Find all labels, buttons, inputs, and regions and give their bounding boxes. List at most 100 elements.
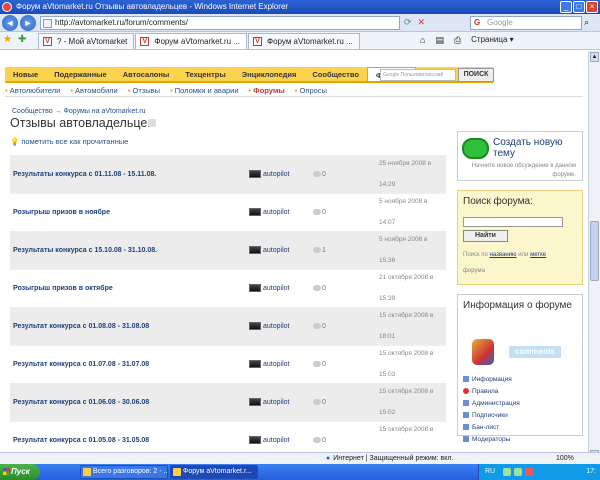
browser-tab-1[interactable]: V Форум aVtomarket.ru ... [135, 33, 248, 49]
sub-nav-item-0[interactable]: Автолюбители [5, 85, 61, 96]
refresh-icon[interactable]: ⟳ [404, 17, 412, 28]
tab-favicon-icon: V [253, 37, 263, 46]
site-nav-item-5[interactable]: Сообщество [304, 67, 367, 81]
browser-search-placeholder: Google [487, 18, 513, 27]
system-tray: RU 17: [478, 464, 600, 480]
browser-search-input[interactable]: G Google [470, 16, 582, 30]
reply-count-value: 0 [322, 399, 326, 406]
sub-nav-item-4[interactable]: Форумы [249, 85, 285, 96]
site-nav-item-1[interactable]: Подержанные [46, 67, 115, 81]
topic-author-link[interactable]: autopilot [263, 399, 289, 406]
url-input[interactable]: http://avtomarket.ru/forum/comments/ [40, 16, 400, 30]
forum-search-input[interactable] [463, 217, 563, 227]
site-nav-item-0[interactable]: Новые [5, 67, 46, 81]
reply-bubble-icon [313, 399, 321, 406]
sub-nav-item-1[interactable]: Автомобили [70, 85, 118, 96]
topic-time: 15:02 [379, 409, 396, 416]
security-zone[interactable]: Интернет | Защищенный режим: вкл. [326, 453, 453, 464]
favorites-star-icon[interactable]: ★ [3, 34, 12, 45]
topic-author-link[interactable]: autopilot [263, 247, 289, 254]
reply-count: 0 [313, 437, 326, 444]
topic-author-link[interactable]: autopilot [263, 437, 289, 444]
site-nav-item-2[interactable]: Автосалоны [115, 67, 178, 81]
new-topic-link[interactable]: Создать новую тему [493, 137, 581, 159]
forum-info-link-5[interactable]: Модераторы [463, 434, 520, 446]
new-topic-box[interactable]: Создать новую тему Начните новое обсужде… [457, 131, 583, 181]
topic-title-link[interactable]: Результат конкурса с 01.08.08 - 31.08.08 [13, 323, 149, 330]
print-icon[interactable]: ⎙ [454, 35, 461, 46]
language-indicator[interactable]: RU [485, 464, 495, 480]
zoom-level[interactable]: 100% [556, 453, 574, 464]
topic-author-link[interactable]: autopilot [263, 209, 289, 216]
scrollbar-thumb[interactable] [590, 221, 599, 281]
forum-search-help: Поиск по названию или метке форума [463, 247, 581, 279]
stop-icon[interactable]: ✕ [418, 17, 426, 28]
topic-title-link[interactable]: Результат конкурса с 01.05.08 - 31.05.08 [13, 437, 149, 444]
reply-count-value: 0 [322, 361, 326, 368]
topic-title-link[interactable]: Результат конкурса с 01.07.08 - 31.07.08 [13, 361, 149, 368]
feeds-icon[interactable]: ▤ [435, 35, 444, 46]
taskbar-item-0[interactable]: Всего разговоров: 2 - ... [80, 465, 168, 479]
forum-info-link-1[interactable]: Правила [463, 386, 520, 398]
google-icon: G [474, 18, 481, 27]
browser-tabs: V ? - Мой aVtomarket V Форум aVtomarket.ru … [38, 33, 361, 49]
close-window-button[interactable]: × [586, 1, 598, 13]
start-button[interactable]: Пуск [0, 464, 40, 480]
topic-row: Результат конкурса с 01.06.08 - 30.06.08… [10, 383, 446, 421]
forum-info-link-4[interactable]: Бан-лист [463, 422, 520, 434]
sub-nav-item-2[interactable]: Отзывы [128, 85, 160, 96]
search-by-tag-link[interactable]: метке [530, 252, 546, 258]
site-nav-item-3[interactable]: Техцентры [177, 67, 233, 81]
reply-bubble-icon [313, 247, 321, 254]
forum-info-link-0[interactable]: Информация [463, 374, 520, 386]
reply-count: 0 [313, 171, 326, 178]
back-button[interactable]: ◄ [2, 15, 18, 31]
search-help-prefix: Поиск по [463, 252, 488, 258]
breadcrumb[interactable]: Сообщество → Форумы на aVtomarket.ru [12, 108, 145, 115]
scroll-up-arrow[interactable]: ▲ [590, 52, 599, 62]
topic-author-link[interactable]: autopilot [263, 171, 289, 178]
sub-nav-item-5[interactable]: Опросы [295, 85, 327, 96]
topic-title-link[interactable]: Результат конкурса с 01.06.08 - 30.06.08 [13, 399, 149, 406]
author-avatar [249, 398, 261, 406]
forward-button[interactable]: ► [20, 15, 36, 31]
search-by-name-link[interactable]: названию [490, 252, 517, 258]
mark-all-read-link[interactable]: 💡 пометить все как прочитанные [10, 137, 128, 146]
taskbar-item-1[interactable]: Форум aVtomarket.r... [170, 465, 258, 479]
topic-author-link[interactable]: autopilot [263, 323, 289, 330]
reply-count-value: 1 [322, 247, 326, 254]
tray-app-icon[interactable] [525, 468, 533, 476]
rss-icon[interactable] [148, 119, 156, 127]
new-topic-description: Начните новое обсуждение в данном форуме… [471, 163, 576, 178]
add-favorites-icon[interactable]: ✚ [18, 34, 26, 45]
topic-title-link[interactable]: Розыгрыш призов в ноябре [13, 209, 110, 216]
browser-tab-2[interactable]: V Форум aVtomarket.ru ... [248, 33, 360, 49]
reply-count: 0 [313, 209, 326, 216]
reply-count: 0 [313, 361, 326, 368]
page-menu-button[interactable]: Страница ▾ [471, 35, 514, 46]
browser-tab-label: Форум aVtomarket.ru ... [267, 37, 353, 46]
forum-info-link-2[interactable]: Администрация [463, 398, 520, 410]
page-menu-label: Страница [471, 35, 508, 44]
topic-title-link[interactable]: Розыгрыш призов в октябре [13, 285, 113, 292]
topic-author-link[interactable]: autopilot [263, 285, 289, 292]
tray-network-icon[interactable] [503, 468, 511, 476]
browser-tab-0[interactable]: V ? - Мой aVtomarket [38, 33, 135, 49]
sub-nav-item-3[interactable]: Поломки и аварии [170, 85, 239, 96]
forum-search-button[interactable]: Найти [463, 230, 508, 242]
site-search-input[interactable]: Google Пользовательский [380, 69, 456, 81]
minimize-button[interactable]: _ [560, 1, 572, 13]
tray-volume-icon[interactable] [514, 468, 522, 476]
topic-date: 15 октября 2008 в [379, 426, 434, 433]
maximize-button[interactable]: □ [573, 1, 585, 13]
site-nav-item-4[interactable]: Энциклопедия [234, 67, 305, 81]
search-go-icon[interactable]: ⌕ [584, 17, 589, 28]
topic-title-link[interactable]: Результаты конкурса с 01.11.08 - 15.11.0… [13, 171, 156, 178]
home-icon[interactable]: ⌂ [420, 35, 425, 46]
page-scrollbar[interactable]: ▲ ▼ [588, 51, 600, 461]
topic-title-link[interactable]: Результаты конкурса с 15.10.08 - 31.10.0… [13, 247, 157, 254]
reply-count-value: 0 [322, 323, 326, 330]
forum-info-link-3[interactable]: Подписчики [463, 410, 520, 422]
site-search-button[interactable]: ПОИСК [458, 68, 494, 82]
topic-author-link[interactable]: autopilot [263, 361, 289, 368]
